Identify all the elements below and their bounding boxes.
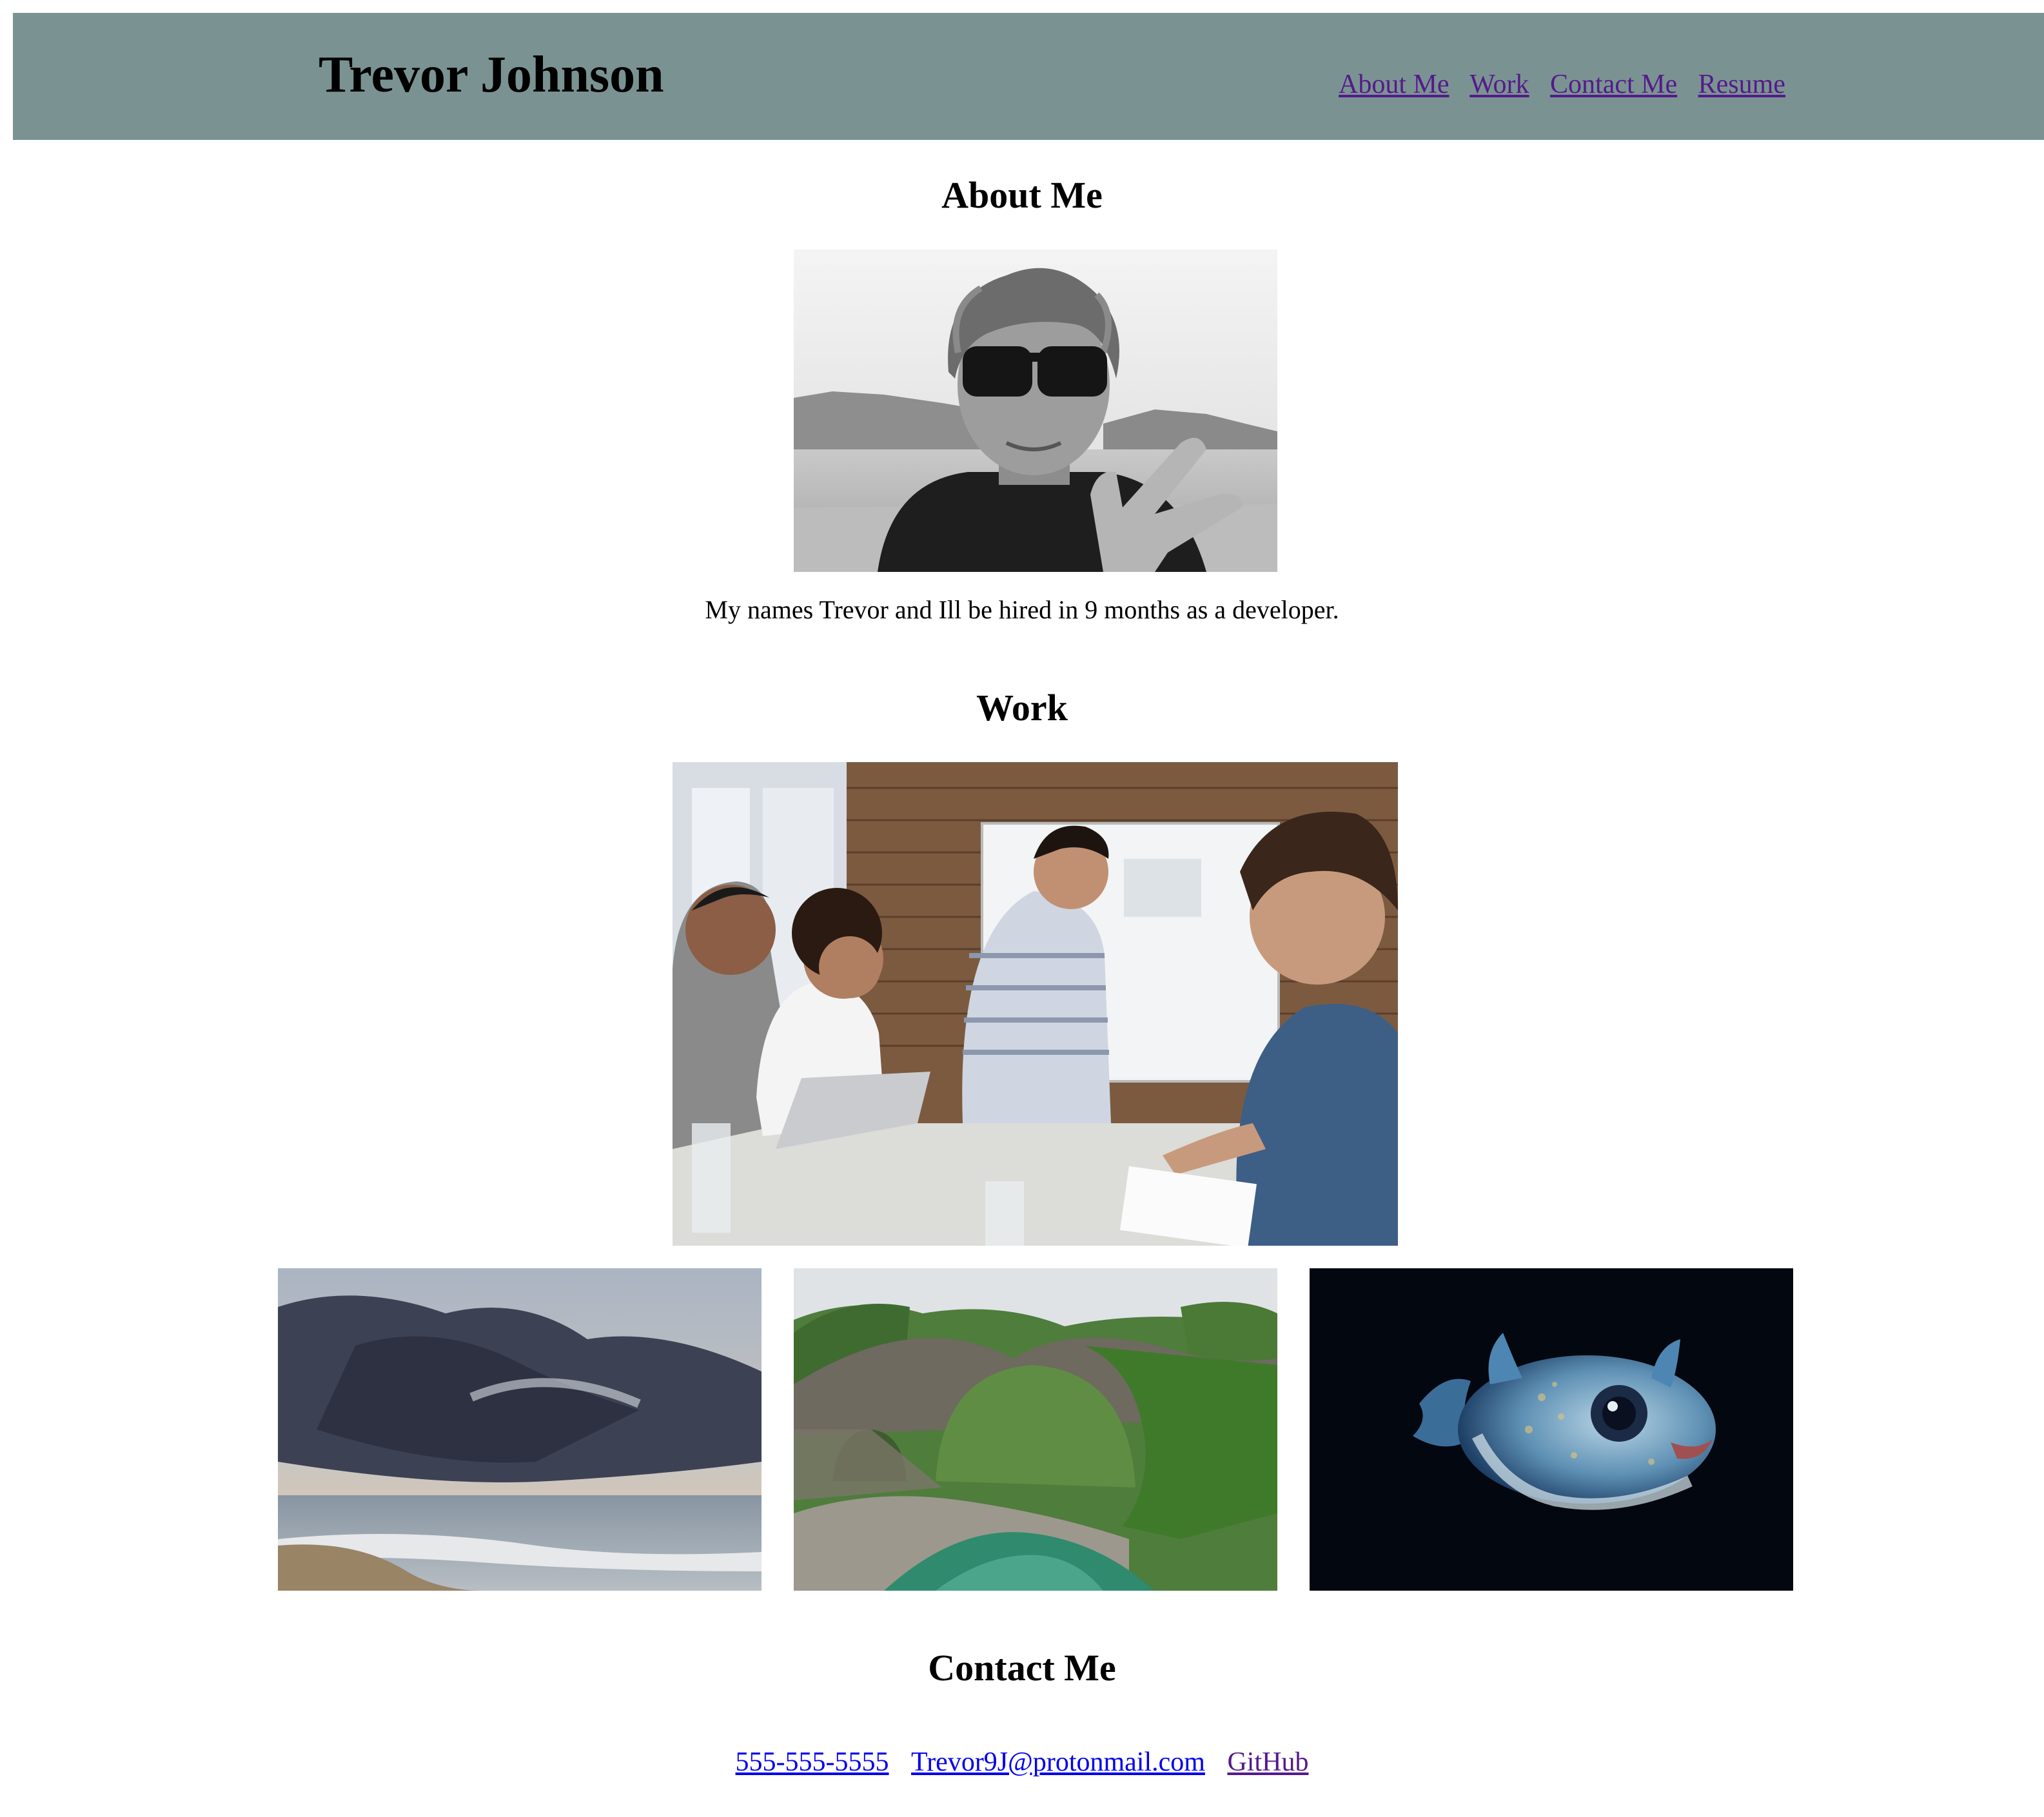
- site-title: Trevor Johnson: [319, 46, 664, 103]
- work-photo-pufferfish[interactable]: [1310, 1268, 1793, 1591]
- site-header: Trevor Johnson About Me Work Contact Me …: [13, 13, 2044, 140]
- work-photo-storm-beach[interactable]: [278, 1268, 762, 1591]
- nav-link-about-me[interactable]: About Me: [1339, 70, 1449, 99]
- work-heading: Work: [976, 687, 1068, 729]
- profile-photo: [794, 250, 1277, 572]
- contact-links: 555-555-5555 Trevor9J@protonmail.com Git…: [0, 1746, 2044, 1778]
- github-link[interactable]: GitHub: [1227, 1747, 1308, 1777]
- email-link[interactable]: Trevor9J@protonmail.com: [911, 1747, 1205, 1777]
- main-nav: About Me Work Contact Me Resume: [1339, 68, 1785, 101]
- nav-link-contact-me[interactable]: Contact Me: [1550, 70, 1677, 99]
- work-photo-stone-bridge[interactable]: [794, 1268, 1277, 1591]
- nav-link-work[interactable]: Work: [1469, 70, 1529, 99]
- about-text: My names Trevor and Ill be hired in 9 mo…: [705, 595, 1339, 624]
- contact-heading: Contact Me: [928, 1647, 1116, 1689]
- about-heading: About Me: [941, 174, 1103, 216]
- nav-link-resume[interactable]: Resume: [1698, 70, 1785, 99]
- phone-link[interactable]: 555-555-5555: [736, 1747, 889, 1777]
- work-featured-photo[interactable]: [673, 762, 1398, 1246]
